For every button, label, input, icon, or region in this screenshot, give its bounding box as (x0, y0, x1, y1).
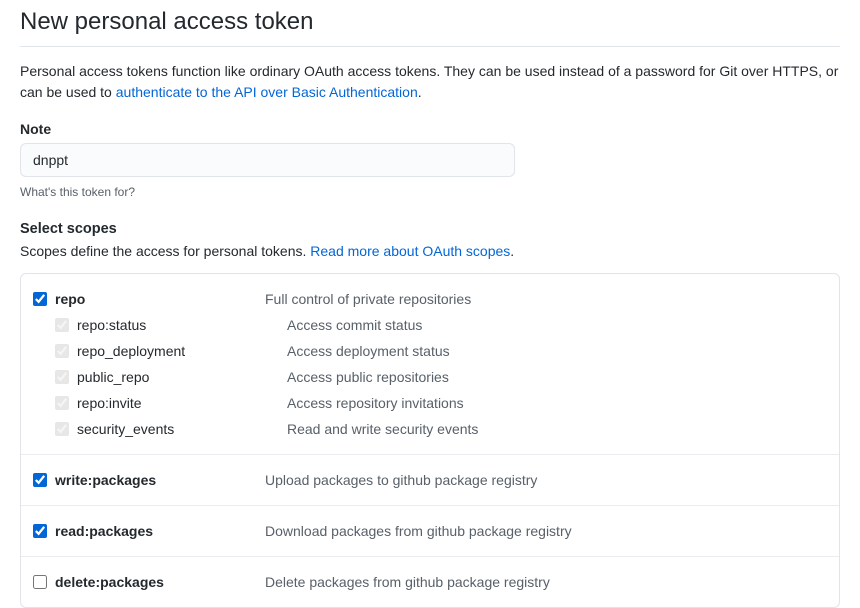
scope-name-write-packages[interactable]: write:packages (55, 472, 265, 488)
scope-row-repo: repo Full control of private repositorie… (33, 286, 827, 312)
scope-desc-repo-status: Access commit status (287, 317, 422, 333)
scopes-description: Scopes define the access for personal to… (20, 243, 840, 259)
scope-row-read-packages: read:packages Download packages from git… (33, 518, 827, 544)
scope-desc-public-repo: Access public repositories (287, 369, 449, 385)
scope-row-public-repo: public_repo Access public repositories (33, 364, 827, 390)
scope-checkbox-read-packages[interactable] (33, 524, 47, 538)
scopes-container: repo Full control of private repositorie… (20, 273, 840, 608)
scope-name-delete-packages[interactable]: delete:packages (55, 574, 265, 590)
scope-row-security-events: security_events Read and write security … (33, 416, 827, 442)
scope-row-write-packages: write:packages Upload packages to github… (33, 467, 827, 493)
scope-checkbox-repo-invite[interactable] (55, 396, 69, 410)
scope-desc-repo: Full control of private repositories (265, 291, 471, 307)
intro-auth-link[interactable]: authenticate to the API over Basic Authe… (116, 84, 418, 100)
scope-name-read-packages[interactable]: read:packages (55, 523, 265, 539)
scope-row-repo-deployment: repo_deployment Access deployment status (33, 338, 827, 364)
note-input[interactable] (20, 143, 515, 177)
page-title: New personal access token (20, 8, 840, 47)
scope-checkbox-public-repo[interactable] (55, 370, 69, 384)
note-label: Note (20, 121, 840, 137)
select-scopes-heading: Select scopes (20, 221, 840, 237)
scope-row-repo-status: repo:status Access commit status (33, 312, 827, 338)
note-help-text: What's this token for? (20, 185, 840, 199)
scope-desc-read-packages: Download packages from github package re… (265, 523, 572, 539)
scope-checkbox-repo[interactable] (33, 292, 47, 306)
scope-group-repo: repo Full control of private repositorie… (21, 274, 839, 455)
scopes-desc-text: Scopes define the access for personal to… (20, 243, 310, 259)
scope-name-repo-invite[interactable]: repo:invite (77, 395, 287, 411)
scope-checkbox-repo-status[interactable] (55, 318, 69, 332)
scope-checkbox-repo-deployment[interactable] (55, 344, 69, 358)
scope-group-write-packages: write:packages Upload packages to github… (21, 455, 839, 506)
scope-row-repo-invite: repo:invite Access repository invitation… (33, 390, 827, 416)
scope-desc-write-packages: Upload packages to github package regist… (265, 472, 537, 488)
scope-desc-repo-deployment: Access deployment status (287, 343, 450, 359)
scope-desc-delete-packages: Delete packages from github package regi… (265, 574, 550, 590)
scope-name-public-repo[interactable]: public_repo (77, 369, 287, 385)
scope-name-repo[interactable]: repo (55, 291, 265, 307)
scope-desc-security-events: Read and write security events (287, 421, 478, 437)
scope-name-repo-deployment[interactable]: repo_deployment (77, 343, 287, 359)
scopes-desc-after: . (510, 243, 514, 259)
intro-text-after: . (418, 84, 422, 100)
scope-name-repo-status[interactable]: repo:status (77, 317, 287, 333)
scope-checkbox-delete-packages[interactable] (33, 575, 47, 589)
scope-desc-repo-invite: Access repository invitations (287, 395, 464, 411)
scope-checkbox-security-events[interactable] (55, 422, 69, 436)
scope-row-delete-packages: delete:packages Delete packages from git… (33, 569, 827, 595)
scope-group-read-packages: read:packages Download packages from git… (21, 506, 839, 557)
scopes-learn-more-link[interactable]: Read more about OAuth scopes (310, 243, 510, 259)
scope-name-security-events[interactable]: security_events (77, 421, 287, 437)
intro-paragraph: Personal access tokens function like ord… (20, 61, 840, 103)
scope-checkbox-write-packages[interactable] (33, 473, 47, 487)
